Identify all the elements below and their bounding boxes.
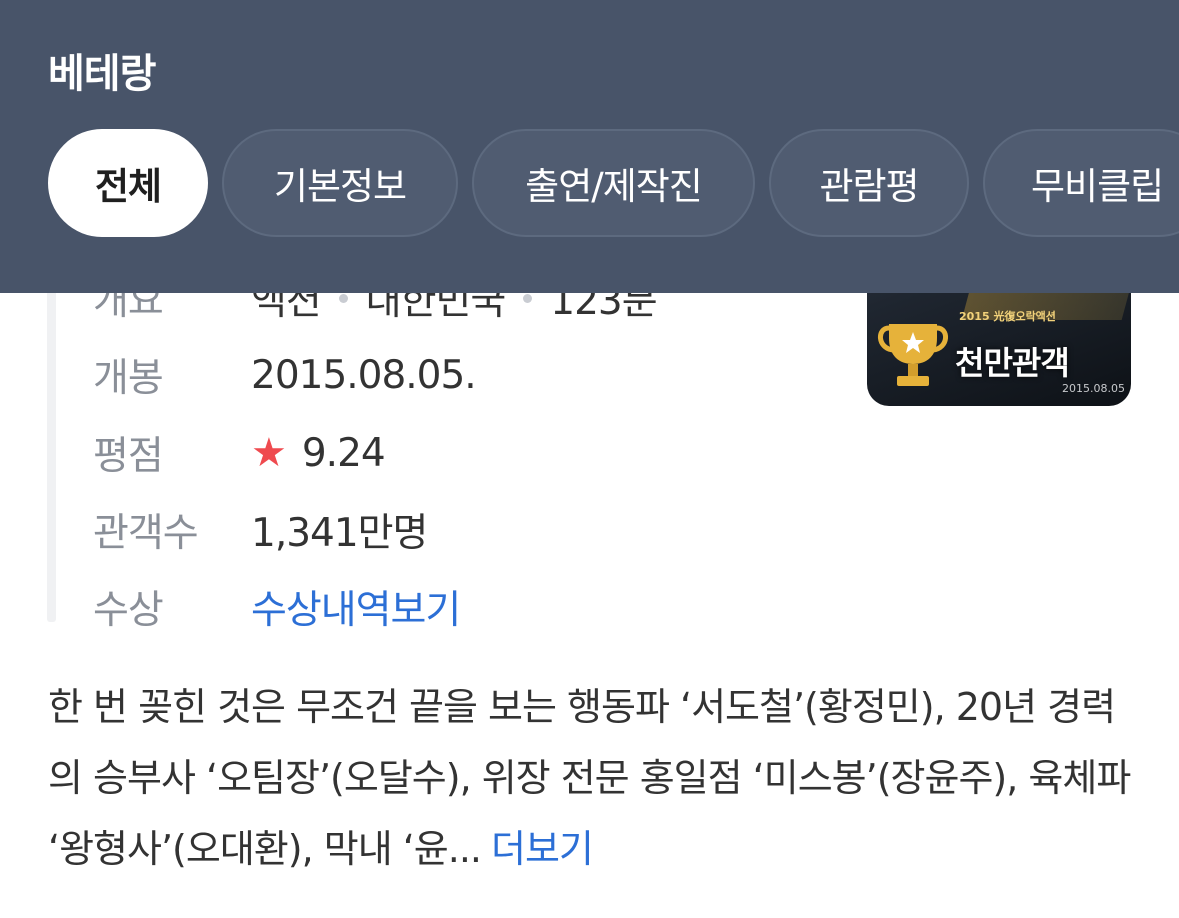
star-icon: ★ [251, 430, 287, 476]
info-row-audience: 관객수 1,341만명 [93, 500, 428, 560]
trophy-icon [878, 324, 948, 386]
rating-value-wrap: ★ 9.24 [251, 430, 386, 476]
poster-date-text: 2015.08.05 [1062, 382, 1125, 395]
separator-dot [338, 293, 348, 303]
info-row-rating: 평점 ★ 9.24 [93, 423, 386, 483]
page-title: 베테랑 [48, 51, 156, 97]
tab-cast-crew[interactable]: 출연/제작진 [472, 129, 755, 237]
tab-movie-clips[interactable]: 무비클립 [983, 129, 1179, 237]
movie-detail-page: 개요 액션 대한민국 123분 개봉 2015.08.05. 평점 ★ 9.24… [0, 0, 1179, 918]
tab-reviews[interactable]: 관람평 [769, 129, 969, 237]
audience-label: 관객수 [93, 511, 199, 556]
tab-basic-info[interactable]: 기본정보 [222, 129, 458, 237]
separator-dot [523, 293, 533, 303]
tab-all[interactable]: 전체 [48, 129, 208, 237]
award-label: 수상 [93, 588, 164, 633]
release-label: 개봉 [93, 356, 164, 401]
info-row-release: 개봉 2015.08.05. [93, 345, 477, 405]
synopsis: 한 번 꽂힌 것은 무조건 끝을 보는 행동파 ‘서도철’(황정민), 20년 … [48, 672, 1138, 885]
rating-value: 9.24 [301, 430, 386, 476]
info-row-award: 수상 수상내역보기 [93, 577, 461, 637]
release-value: 2015.08.05. [251, 352, 477, 398]
poster-badge-text: 천만관객 [955, 344, 1070, 382]
sticky-header: 베테랑 전체 기본정보 출연/제작진 관람평 무비클립 [0, 0, 1179, 293]
tab-bar: 전체 기본정보 출연/제작진 관람평 무비클립 [48, 129, 1179, 237]
poster-tagline: 2015 光復오락액션 [959, 310, 1056, 323]
audience-value: 1,341만명 [251, 511, 428, 556]
rating-label: 평점 [93, 434, 164, 479]
award-history-link[interactable]: 수상내역보기 [251, 579, 461, 635]
info-block-accent-bar [47, 240, 56, 622]
more-link[interactable]: 더보기 [491, 827, 594, 871]
